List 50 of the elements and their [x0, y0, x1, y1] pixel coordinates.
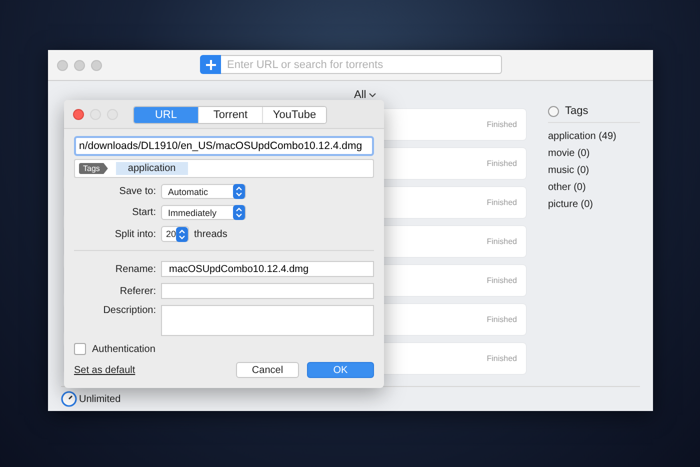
popup-button[interactable]: Immediately	[161, 205, 246, 220]
status-label: Finished	[486, 354, 517, 363]
field-label: Rename:	[114, 264, 156, 274]
plus-icon	[206, 60, 216, 70]
add-button[interactable]	[200, 55, 221, 74]
text-area[interactable]	[161, 305, 374, 336]
updown-icon	[233, 184, 245, 199]
tags-heading: Tags	[565, 105, 588, 117]
tag-item[interactable]: application (49)	[548, 128, 640, 145]
tags-label: Tags	[79, 163, 108, 174]
tags-field[interactable]: Tags application	[74, 159, 374, 178]
field-label: Description:	[102, 305, 156, 316]
speed-limit-label: Unlimited	[79, 394, 121, 404]
search-field[interactable]: Enter URL or search for torrents	[221, 55, 502, 74]
cancel-button[interactable]: Cancel	[236, 362, 299, 378]
tag-item[interactable]: music (0)	[548, 162, 640, 179]
close-button[interactable]	[73, 108, 84, 120]
tag-token[interactable]: application	[116, 162, 188, 175]
field-label: Start:	[131, 207, 156, 218]
chevron-icon	[369, 92, 376, 98]
tab[interactable]: YouTube	[262, 107, 326, 123]
speedometer-icon[interactable]	[61, 391, 77, 407]
field-label: Referer:	[118, 286, 156, 296]
close-button[interactable]	[57, 60, 68, 70]
thread-stepper[interactable]: 20	[161, 226, 189, 242]
status-label: Finished	[486, 198, 517, 207]
checkbox-label: Authentication	[92, 344, 156, 354]
status-label: Finished	[486, 120, 517, 129]
status-label: Finished	[486, 276, 517, 285]
unit-label: threads	[194, 228, 228, 240]
zoom-button[interactable]	[91, 60, 102, 70]
set-default-link[interactable]: Set as default	[74, 364, 136, 376]
checkbox[interactable]	[74, 343, 86, 355]
field-label: Split into:	[114, 228, 156, 240]
updown-icon	[233, 205, 245, 220]
status-label: Finished	[486, 237, 517, 246]
status-label: Finished	[486, 159, 517, 168]
url-field[interactable]: n/downloads/DL1910/en_US/macOSUpdCombo10.12.4.dmg	[74, 136, 374, 156]
status-label: Finished	[486, 315, 517, 324]
minimize-button[interactable]	[74, 60, 85, 70]
text-field[interactable]: macOSUpdCombo10.12.4.dmg	[161, 261, 374, 277]
radio-button[interactable]	[548, 106, 559, 116]
tag-item[interactable]: picture (0)	[548, 196, 640, 213]
text-field[interactable]	[161, 283, 374, 299]
field-label: Save to:	[118, 186, 156, 197]
popup-button[interactable]: Automatic	[161, 184, 246, 199]
filter-dropdown[interactable]: All	[204, 87, 376, 103]
tag-item[interactable]: other (0)	[548, 179, 640, 196]
updown-icon	[176, 226, 188, 242]
tag-item[interactable]: movie (0)	[548, 145, 640, 162]
